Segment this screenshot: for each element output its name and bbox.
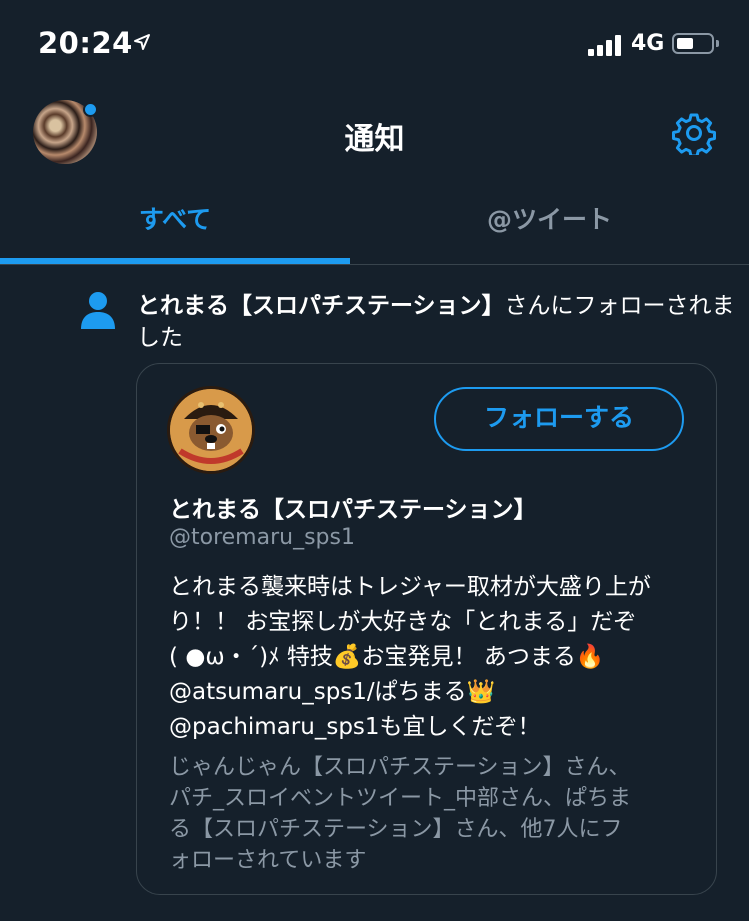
followed-by-line: る【スロパチステーション】さん、他7人にフ bbox=[169, 817, 623, 842]
followed-by-line: パチ_スロイベントツイート_中部さん、ぱちま bbox=[169, 786, 632, 811]
beaver-mascot-image bbox=[170, 389, 252, 471]
tab-all[interactable]: すべて bbox=[0, 180, 350, 264]
profile-card[interactable]: フォローする とれまる【スロパチステーション】 @toremaru_sps1 と… bbox=[136, 363, 717, 895]
bio-mention-atsumaru[interactable]: @atsumaru_sps1/ぱちまる👑 bbox=[169, 675, 689, 710]
gear-icon[interactable] bbox=[672, 111, 716, 155]
profile-name[interactable]: とれまる【スロパチステーション】 bbox=[169, 490, 537, 524]
profile-avatar[interactable] bbox=[167, 386, 255, 474]
profile-handle[interactable]: @toremaru_sps1 bbox=[169, 525, 355, 550]
signal-icon bbox=[588, 34, 624, 56]
location-arrow-icon bbox=[134, 34, 150, 50]
follow-button[interactable]: フォローする bbox=[434, 387, 684, 451]
status-bar: 20:24 4G bbox=[0, 0, 749, 90]
bio-mention-pachimaru[interactable]: @pachimaru_sps1も宜しくだぞ！ bbox=[169, 710, 689, 745]
tab-mentions[interactable]: @ツイート bbox=[350, 180, 749, 264]
followed-by-text[interactable]: じゃんじゃん【スロパチステーション】さん、 パチ_スロイベントツイート_中部さん… bbox=[169, 752, 689, 876]
notification-actor-name[interactable]: とれまる【スロパチステーション】 bbox=[137, 293, 505, 319]
profile-bio: とれまる襲来時はトレジャー取材が大盛り上が り！！ お宝探しが大好きな「とれまる… bbox=[169, 570, 689, 745]
battery-icon bbox=[672, 33, 719, 54]
status-time: 20:24 bbox=[38, 26, 133, 60]
bio-line: ( ●ω・´)ﾒ 特技💰お宝発見！ あつまる🔥 bbox=[169, 644, 605, 670]
bio-line: り！！ お宝探しが大好きな「とれまる」だぞ bbox=[169, 609, 637, 635]
notification-tabs: すべて @ツイート bbox=[0, 180, 749, 265]
notification-text[interactable]: とれまる【スロパチステーション】さんにフォローされました bbox=[137, 290, 737, 354]
page-title: 通知 bbox=[344, 122, 405, 157]
followed-by-line: ォローされています bbox=[169, 848, 367, 873]
followed-by-line: じゃんじゃん【スロパチステーション】さん、 bbox=[169, 755, 631, 780]
active-tab-indicator bbox=[0, 258, 350, 264]
person-icon bbox=[81, 292, 115, 329]
network-type: 4G bbox=[631, 31, 665, 56]
bio-line: とれまる襲来時はトレジャー取材が大盛り上が bbox=[169, 574, 651, 600]
